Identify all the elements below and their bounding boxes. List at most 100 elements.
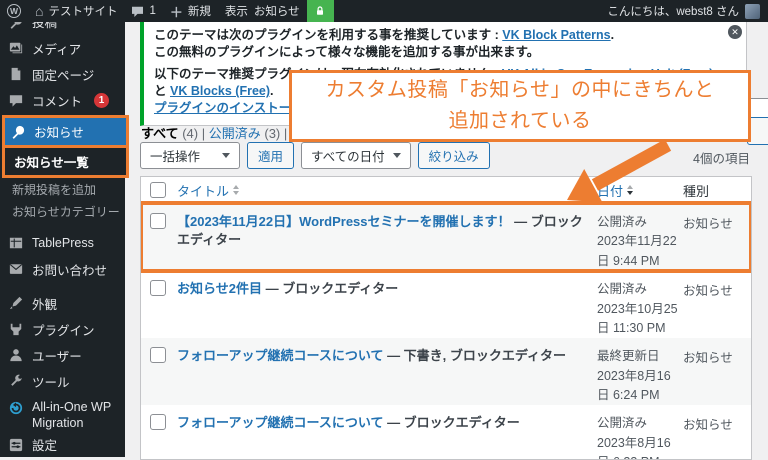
- greeting: こんにちは、webst8 さん: [607, 6, 739, 18]
- post-title-link[interactable]: フォローアップ継続コースについて: [177, 348, 383, 363]
- post-status: 最終更新日: [597, 349, 660, 364]
- sidebar-item-comments[interactable]: コメント 1: [0, 87, 125, 113]
- sidebar-item-appearance[interactable]: 外観: [0, 290, 125, 316]
- admin-sidebar: 投稿 メディア 固定ページ コメント 1 お知らせ お知らせ一覧 新規投稿を追加: [0, 15, 129, 458]
- settings-icon: [9, 438, 23, 451]
- sidebar-label: お知らせ: [34, 126, 84, 140]
- comments-menu[interactable]: 1: [124, 0, 162, 22]
- notices-pin-icon: [12, 125, 25, 139]
- site-name-menu[interactable]: ⌂ テストサイト: [28, 0, 124, 22]
- sidebar-item-tablepress[interactable]: TablePress: [0, 230, 125, 256]
- view-menu[interactable]: 表示: [218, 0, 251, 22]
- admin-bar: W ⌂ テストサイト 1 ＋ 新規 表示 お知らせ こんにちは、webst8 さ…: [0, 0, 768, 22]
- vk-blocks-link[interactable]: VK Blocks (Free): [170, 84, 270, 98]
- media-icon: [9, 42, 23, 54]
- sidebar-label: All-in-One WP Migration: [32, 400, 111, 431]
- row-checkbox[interactable]: [150, 414, 166, 431]
- notice-line-2: この無料のプラグインによって様々な機能を追加する事が出来ます。: [154, 44, 716, 61]
- notice-line-1: このテーマは次のプラグインを利用する事を推奨しています : VK Block P…: [154, 27, 716, 44]
- sidebar-subitem-add-new[interactable]: 新規投稿を追加: [0, 178, 125, 200]
- row-checkbox[interactable]: [150, 280, 166, 297]
- wordpress-logo-icon: W: [7, 4, 21, 18]
- vk-block-patterns-link[interactable]: VK Block Patterns: [502, 28, 610, 42]
- sort-by-title-header[interactable]: タイトル: [177, 181, 240, 200]
- table-row: お知らせ2件目 — ブロックエディター 公開済み 2023年10月25 日 11…: [141, 271, 751, 338]
- view-notices-menu[interactable]: お知らせ: [251, 0, 307, 22]
- post-state: — ブロックエディター: [383, 415, 520, 431]
- sidebar-item-contact[interactable]: お問い合わせ: [0, 256, 125, 282]
- row-checkbox[interactable]: [150, 213, 166, 229]
- wordpress-logo-menu[interactable]: W: [0, 0, 28, 22]
- sort-by-date-header[interactable]: 日付: [597, 181, 634, 200]
- bulk-action-select[interactable]: 一括操作: [140, 141, 241, 169]
- filter-published-count: (3): [264, 126, 281, 141]
- notice-text: この無料のプラグインによって様々な機能を追加する事が出来ます。: [154, 45, 540, 59]
- items-count: 4個の項目: [693, 152, 750, 166]
- sidebar-item-plugins[interactable]: プラグイン: [0, 316, 125, 342]
- filter-published-link[interactable]: 公開済み: [209, 126, 261, 141]
- main-content: このテーマは次のプラグインを利用する事を推奨しています : VK Block P…: [125, 22, 768, 460]
- comment-bubble-icon: [132, 6, 144, 17]
- sidebar-label: ツール: [32, 375, 70, 390]
- post-date: 日 9:44 PM: [597, 253, 660, 268]
- date-filter-label: すべての日付: [311, 149, 385, 164]
- row-checkbox[interactable]: [150, 347, 166, 364]
- filter-all-link[interactable]: すべて: [141, 126, 179, 141]
- posts-table: タイトル 日付 種別 【2023年11月22日】WordPressセミナーを開催…: [140, 176, 752, 460]
- bulk-action-label: 一括操作: [150, 149, 201, 164]
- sidebar-item-settings[interactable]: 設定: [0, 432, 125, 458]
- select-all-checkbox[interactable]: [150, 182, 166, 198]
- date-filter-select[interactable]: すべての日付: [301, 141, 411, 169]
- pages-icon: [11, 67, 21, 81]
- view-label: 表示: [224, 6, 248, 18]
- sidebar-label: ユーザー: [32, 349, 82, 364]
- sidebar-item-migration[interactable]: All-in-One WP Migration: [0, 394, 125, 432]
- date-cell: 公開済み 2023年8月16 日 6:23 PM: [597, 405, 683, 459]
- sidebar-subitem-notice-category[interactable]: お知らせカテゴリー: [0, 200, 125, 222]
- post-status: 公開済み: [597, 215, 648, 229]
- date-cell: 最終更新日 2023年8月16 日 6:24 PM: [597, 338, 683, 405]
- separator: |: [283, 126, 288, 141]
- sidebar-label: メディア: [32, 42, 82, 57]
- sidebar-item-tools[interactable]: ツール: [0, 368, 125, 394]
- post-title-link[interactable]: フォローアップ継続コースについて: [177, 415, 383, 430]
- type-header-label: 種別: [683, 183, 710, 199]
- table-row-highlighted: 【2023年11月22日】WordPressセミナーを開催します！ — ブロック…: [141, 200, 751, 274]
- apply-button[interactable]: 適用: [247, 141, 295, 169]
- dismiss-notice-icon[interactable]: ✕: [728, 25, 742, 39]
- wrench-icon: [11, 374, 22, 386]
- table-icon: [9, 237, 23, 249]
- sidebar-item-notices[interactable]: お知らせ: [5, 118, 126, 145]
- sidebar-label: お知らせ一覧: [14, 156, 89, 170]
- date-header-label: 日付: [597, 183, 624, 199]
- table-row: フォローアップ継続コースについて — 下書き, ブロックエディター 最終更新日 …: [141, 338, 751, 406]
- post-type: お知らせ: [683, 284, 733, 299]
- post-state: — ブロックエディター: [261, 281, 399, 297]
- view-target: お知らせ: [253, 6, 300, 18]
- notice-text: と: [154, 84, 170, 98]
- post-status: 公開済み: [597, 282, 648, 297]
- post-title-link[interactable]: お知らせ2件目: [177, 281, 262, 296]
- ssl-lock-button[interactable]: [306, 0, 334, 22]
- avatar: [745, 3, 760, 19]
- post-title-link[interactable]: 【2023年11月22日】WordPressセミナーを開催します！: [177, 214, 511, 229]
- filter-button[interactable]: 絞り込み: [417, 141, 490, 169]
- migration-icon: [9, 401, 23, 415]
- notice-text: このテーマは次のプラグインを利用する事を推奨しています :: [154, 28, 503, 42]
- new-content-menu[interactable]: ＋ 新規: [163, 0, 218, 22]
- table-row: フォローアップ継続コースについて — ブロックエディター 公開済み 2023年8…: [141, 405, 751, 459]
- post-date: 2023年8月16: [597, 435, 671, 450]
- sidebar-item-media[interactable]: メディア: [0, 35, 125, 61]
- comments-badge: 1: [94, 92, 110, 108]
- sidebar-item-pages[interactable]: 固定ページ: [0, 61, 125, 87]
- title-header-label: タイトル: [177, 183, 230, 199]
- account-menu[interactable]: こんにちは、webst8 さん: [607, 3, 768, 19]
- annotation-text: カスタム投稿「お知らせ」の中にきちんと: [325, 79, 715, 101]
- post-type: お知らせ: [683, 351, 733, 366]
- sidebar-subitem-notice-list[interactable]: お知らせ一覧: [5, 148, 126, 175]
- lock-icon: [317, 6, 324, 15]
- sort-icons: [233, 185, 240, 195]
- table-header-row: タイトル 日付 種別: [141, 177, 751, 204]
- post-type: お知らせ: [683, 217, 733, 231]
- sidebar-item-users[interactable]: ユーザー: [0, 342, 125, 368]
